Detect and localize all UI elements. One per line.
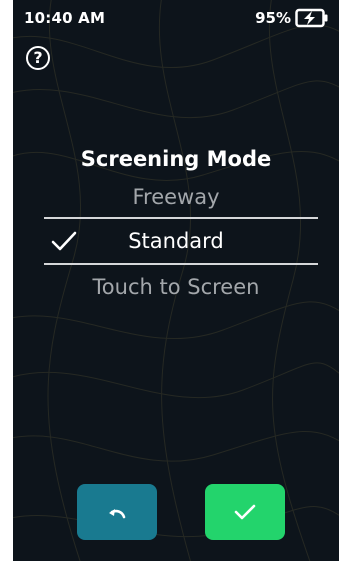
help-button[interactable]: ? xyxy=(26,46,50,70)
check-icon xyxy=(234,504,256,520)
selection-divider-top xyxy=(44,217,318,219)
device-screen: 10:40 AM 95% ? Screening Mode Freeway St… xyxy=(13,0,339,561)
mode-option-freeway[interactable]: Freeway xyxy=(13,185,339,209)
mode-option-touch-to-screen[interactable]: Touch to Screen xyxy=(13,275,339,299)
back-button[interactable] xyxy=(77,484,157,540)
battery-charging-icon xyxy=(295,8,328,28)
undo-arrow-icon xyxy=(109,509,126,519)
confirm-button[interactable] xyxy=(205,484,285,540)
battery-percent: 95% xyxy=(255,9,291,27)
selection-divider-bottom xyxy=(44,263,318,265)
status-bar: 10:40 AM 95% xyxy=(13,0,339,36)
mode-option-standard[interactable]: Standard xyxy=(13,229,339,253)
status-time: 10:40 AM xyxy=(24,9,106,27)
battery-status: 95% xyxy=(255,8,329,28)
help-icon: ? xyxy=(33,48,43,67)
screening-mode-title: Screening Mode xyxy=(80,147,272,171)
